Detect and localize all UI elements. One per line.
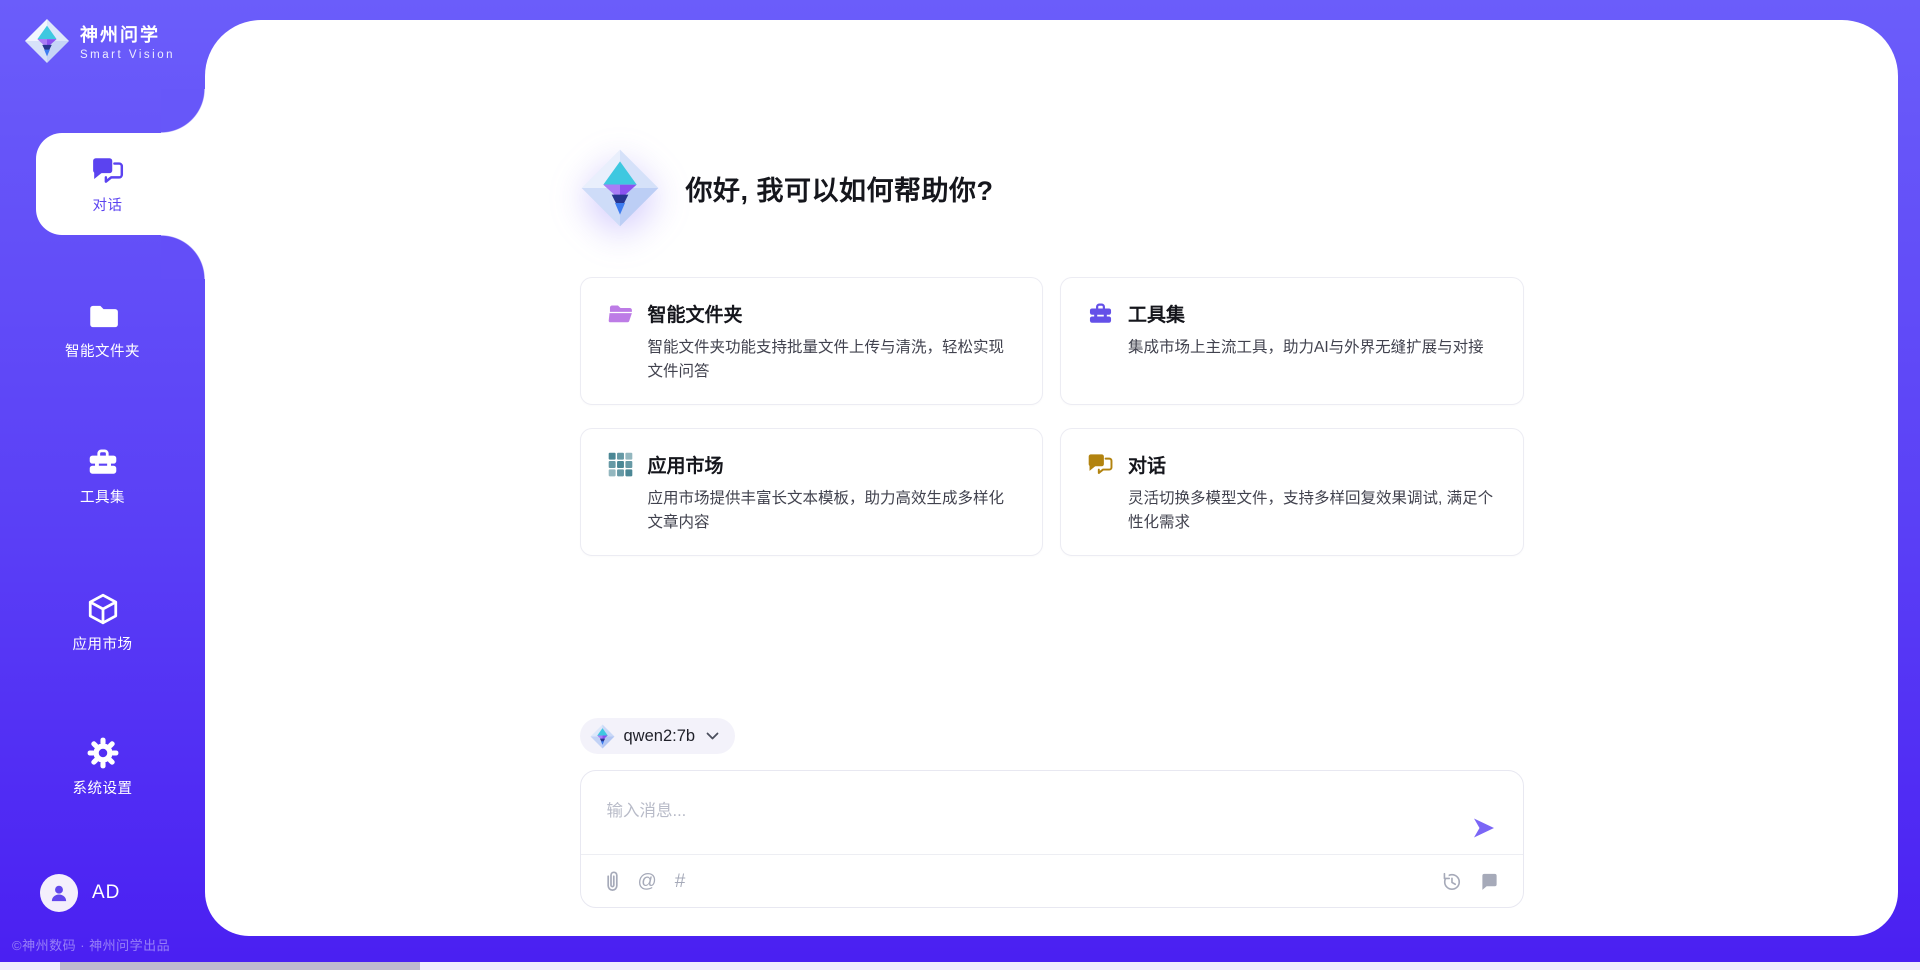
card-title: 应用市场 xyxy=(648,451,724,478)
sidebar-item-label: 对话 xyxy=(93,194,123,215)
message-input-box: @ # xyxy=(580,770,1524,908)
sidebar-item-label: 工具集 xyxy=(80,486,125,507)
sidebar-item-settings[interactable]: 系统设置 xyxy=(0,729,205,805)
topic-button[interactable]: # xyxy=(675,872,686,891)
brand-logo-icon xyxy=(24,18,70,64)
card-title: 工具集 xyxy=(1128,300,1185,327)
person-icon xyxy=(48,882,70,904)
sidebar-item-label: 应用市场 xyxy=(73,633,133,654)
card-desc: 灵活切换多模型文件，支持多样回复效果调试, 满足个性化需求 xyxy=(1087,487,1497,535)
send-button[interactable] xyxy=(1471,815,1499,841)
sidebar-item-label: 智能文件夹 xyxy=(65,340,140,361)
scrollbar-thumb[interactable] xyxy=(60,962,420,970)
at-icon: @ xyxy=(638,872,657,891)
greeting: 你好, 我可以如何帮助你? xyxy=(580,148,994,228)
history-button[interactable] xyxy=(1441,871,1462,892)
card-desc: 应用市场提供丰富长文本模板，助力高效生成多样化文章内容 xyxy=(607,487,1017,535)
assistant-logo-icon xyxy=(580,148,660,228)
apps-grid-icon xyxy=(607,451,634,478)
card-app-market[interactable]: 应用市场 应用市场提供丰富长文本模板，助力高效生成多样化文章内容 xyxy=(580,428,1044,556)
paperclip-icon xyxy=(605,870,620,892)
send-icon xyxy=(1471,817,1497,839)
footer-credit: ©神州数码 · 神州问学出品 xyxy=(12,935,170,954)
card-toolset[interactable]: 工具集 集成市场上主流工具，助力AI与外界无缝扩展与对接 xyxy=(1060,277,1524,405)
horizontal-scrollbar[interactable] xyxy=(0,962,1920,970)
card-chat[interactable]: 对话 灵活切换多模型文件，支持多样回复效果调试, 满足个性化需求 xyxy=(1060,428,1524,556)
model-logo-icon xyxy=(590,724,615,749)
brand: 神州问学 Smart Vision xyxy=(24,18,175,64)
chat-icon xyxy=(91,154,125,188)
brand-title: 神州问学 xyxy=(80,21,175,47)
toolbox-icon xyxy=(1087,300,1114,327)
toolbox-icon xyxy=(86,445,120,479)
model-name: qwen2:7b xyxy=(624,727,696,746)
feature-cards: 智能文件夹 智能文件夹功能支持批量文件上传与清洗，轻松实现文件问答 工具集 集成… xyxy=(580,277,1524,556)
message-input[interactable] xyxy=(581,771,1433,855)
user-initials: AD xyxy=(92,882,120,904)
card-desc: 集成市场上主流工具，助力AI与外界无缝扩展与对接 xyxy=(1087,336,1497,360)
sidebar-item-folders[interactable]: 智能文件夹 xyxy=(0,292,205,368)
card-smart-folder[interactable]: 智能文件夹 智能文件夹功能支持批量文件上传与清洗，轻松实现文件问答 xyxy=(580,277,1044,405)
hash-icon: # xyxy=(675,872,686,891)
chevron-down-icon xyxy=(706,732,719,740)
main-panel: 你好, 我可以如何帮助你? 智能文件夹 智能文件夹功能支持批量文件上传与清洗，轻… xyxy=(205,20,1898,936)
folder-open-icon xyxy=(607,300,634,327)
chat-bubbles-icon xyxy=(1087,451,1114,478)
attach-button[interactable] xyxy=(605,870,620,892)
user-profile[interactable]: AD xyxy=(40,874,120,912)
gear-icon xyxy=(86,736,120,770)
cube-icon xyxy=(86,592,120,626)
folder-icon xyxy=(86,299,120,333)
sidebar-item-label: 系统设置 xyxy=(73,777,133,798)
sidebar-item-chat[interactable]: 对话 xyxy=(36,133,205,235)
brand-subtitle: Smart Vision xyxy=(80,49,175,61)
sidebar-item-toolset[interactable]: 工具集 xyxy=(0,438,205,514)
message-icon xyxy=(1480,872,1499,891)
sidebar: 神州问学 Smart Vision 对话 智能文件夹 工具集 应 xyxy=(0,0,205,970)
card-title: 智能文件夹 xyxy=(648,300,743,327)
greeting-text: 你好, 我可以如何帮助你? xyxy=(686,169,994,208)
avatar xyxy=(40,874,78,912)
mention-button[interactable]: @ xyxy=(638,872,657,891)
history-icon xyxy=(1441,871,1462,892)
card-title: 对话 xyxy=(1128,451,1166,478)
input-toolbar: @ # xyxy=(581,854,1523,907)
feedback-button[interactable] xyxy=(1480,872,1499,891)
sidebar-item-market[interactable]: 应用市场 xyxy=(0,585,205,661)
model-selector[interactable]: qwen2:7b xyxy=(580,718,736,754)
card-desc: 智能文件夹功能支持批量文件上传与清洗，轻松实现文件问答 xyxy=(607,336,1017,384)
